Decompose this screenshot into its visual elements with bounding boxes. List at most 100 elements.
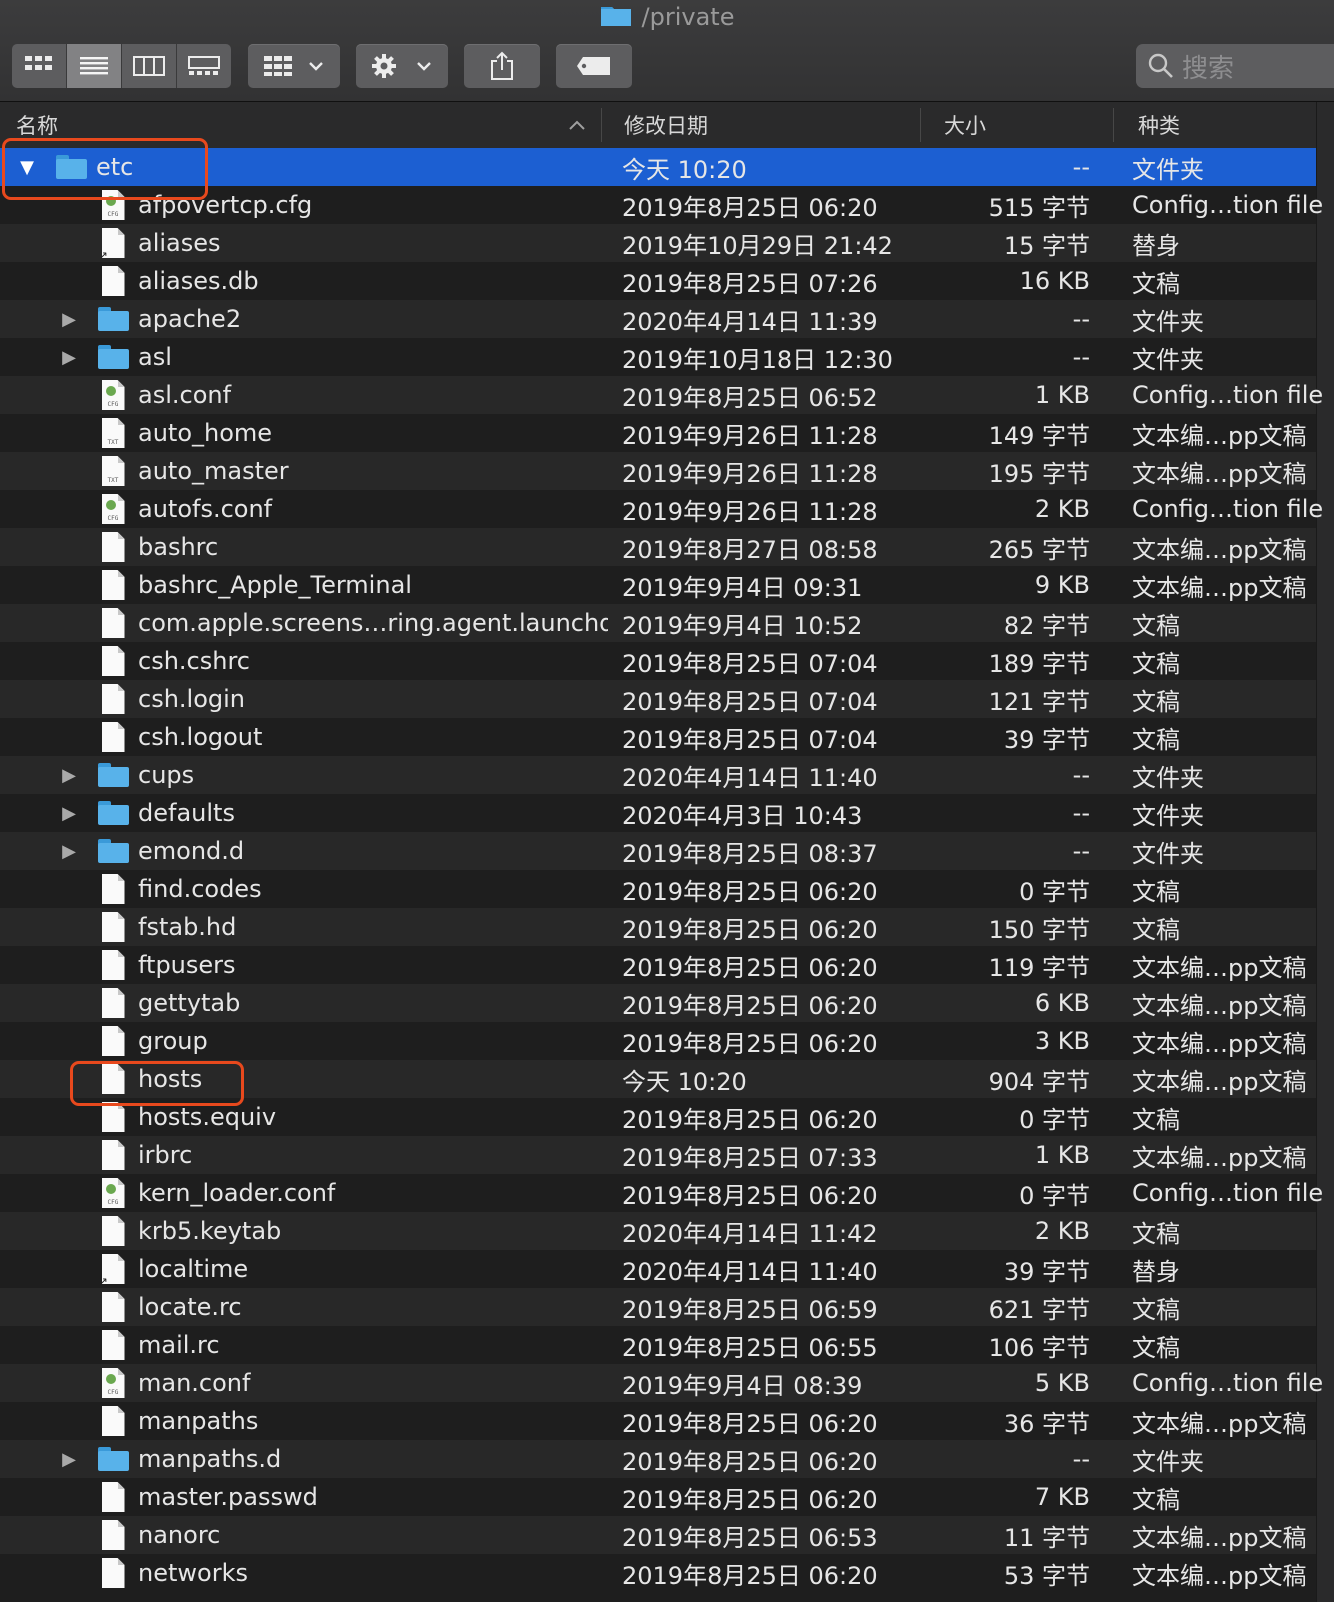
search-field[interactable]: 搜索 [1136, 44, 1334, 88]
file-date: 2019年8月25日 06:20 [622, 1029, 878, 1058]
file-name: man.conf [138, 1369, 251, 1397]
file-size: 6 KB [1034, 989, 1090, 1017]
disclosure-triangle-collapsed-icon[interactable]: ▶ [60, 794, 78, 832]
folder-icon [98, 300, 129, 338]
icon-view-button[interactable] [12, 44, 67, 88]
disclosure-triangle-collapsed-icon[interactable]: ▶ [60, 832, 78, 870]
file-row[interactable]: ftpusers 2019年8月25日 06:20 119 字节 文本编…pp文稿 [0, 946, 1316, 984]
file-size: -- [1072, 305, 1090, 333]
file-kind: 文本编…pp文稿 [1132, 573, 1307, 602]
column-header-size[interactable]: 大小 [944, 102, 986, 148]
disclosure-triangle-collapsed-icon[interactable]: ▶ [60, 300, 78, 338]
document-icon [98, 718, 128, 756]
file-date: 2019年9月26日 11:28 [622, 459, 878, 488]
file-date: 2019年8月25日 07:04 [622, 687, 878, 716]
file-name: csh.cshrc [138, 647, 250, 675]
file-name: networks [138, 1559, 248, 1587]
cfg-icon: CFG [98, 1364, 128, 1402]
file-size: 1 KB [1034, 1141, 1090, 1169]
folder-row[interactable]: ▶ apache2 2020年4月14日 11:39 -- 文件夹 [0, 300, 1316, 338]
file-row[interactable]: CFG man.conf 2019年9月4日 08:39 5 KB Config…tio… [0, 1364, 1323, 1402]
file-row[interactable]: master.passwd 2019年8月25日 06:20 7 KB 文稿 [0, 1478, 1316, 1516]
gallery-view-button[interactable] [177, 44, 231, 88]
file-size: 121 字节 [988, 687, 1090, 716]
file-row[interactable]: bashrc_Apple_Terminal 2019年9月4日 09:31 9 KB… [0, 566, 1316, 604]
txt-icon: TXT [98, 414, 128, 452]
file-kind: 文本编…pp文稿 [1132, 1029, 1307, 1058]
view-mode-segmented-control[interactable] [12, 44, 231, 88]
file-row[interactable]: manpaths 2019年8月25日 06:20 36 字节 文本编…pp文稿 [0, 1402, 1316, 1440]
list-view-button[interactable] [67, 44, 122, 88]
file-date: 2019年9月4日 09:31 [622, 573, 863, 602]
file-name: nanorc [138, 1521, 221, 1549]
column-header-kind[interactable]: 种类 [1138, 102, 1180, 148]
file-kind: 文本编…pp文稿 [1132, 1409, 1307, 1438]
gear-dropdown-icon [372, 54, 431, 78]
file-kind: 文稿 [1132, 1105, 1180, 1134]
folder-row[interactable]: ▶ cups 2020年4月14日 11:40 -- 文件夹 [0, 756, 1316, 794]
disclosure-triangle-collapsed-icon[interactable]: ▶ [60, 338, 78, 376]
file-row[interactable]: csh.login 2019年8月25日 07:04 121 字节 文稿 [0, 680, 1316, 718]
file-row[interactable]: fstab.hd 2019年8月25日 06:20 150 字节 文稿 [0, 908, 1316, 946]
folder-row[interactable]: ▶ manpaths.d 2019年8月25日 06:20 -- 文件夹 [0, 1440, 1316, 1478]
file-kind: 文件夹 [1132, 1447, 1204, 1476]
file-kind: 文本编…pp文稿 [1132, 953, 1307, 982]
file-row[interactable]: csh.cshrc 2019年8月25日 07:04 189 字节 文稿 [0, 642, 1316, 680]
file-row[interactable]: csh.logout 2019年8月25日 07:04 39 字节 文稿 [0, 718, 1316, 756]
file-row[interactable]: CFG autofs.conf 2019年9月26日 11:28 2 KB Config… [0, 490, 1323, 528]
column-divider[interactable] [920, 108, 921, 142]
file-date: 2019年8月25日 06:20 [622, 1447, 878, 1476]
file-date: 今天 10:20 [622, 155, 747, 184]
search-icon [1148, 53, 1173, 78]
file-row[interactable]: irbrc 2019年8月25日 07:33 1 KB 文本编…pp文稿 [0, 1136, 1316, 1174]
folder-row[interactable]: ▶ defaults 2020年4月3日 10:43 -- 文件夹 [0, 794, 1316, 832]
document-icon [98, 1212, 128, 1250]
file-row[interactable]: gettytab 2019年8月25日 06:20 6 KB 文本编…pp文稿 [0, 984, 1316, 1022]
file-row[interactable]: TXT auto_home 2019年9月26日 11:28 149 字节 文本编…pp… [0, 414, 1316, 452]
action-menu-button[interactable] [356, 44, 448, 88]
file-kind: 文稿 [1132, 1219, 1180, 1248]
file-row[interactable]: networks 2019年8月25日 06:20 53 字节 文本编…pp文稿 [0, 1554, 1316, 1592]
disclosure-triangle-collapsed-icon[interactable]: ▶ [60, 1440, 78, 1478]
grid-dropdown-icon [264, 56, 323, 76]
file-name: com.apple.screens…ring.agent.launchd [138, 609, 608, 637]
column-view-button[interactable] [122, 44, 177, 88]
file-name: bashrc_Apple_Terminal [138, 571, 412, 599]
file-size: 149 字节 [988, 421, 1090, 450]
file-date: 2019年8月25日 06:20 [622, 991, 878, 1020]
file-date: 2019年8月25日 06:20 [622, 877, 878, 906]
file-row[interactable]: locate.rc 2019年8月25日 06:59 621 字节 文稿 [0, 1288, 1316, 1326]
column-divider[interactable] [1113, 108, 1114, 142]
folder-row[interactable]: ▶ asl 2019年10月18日 12:30 -- 文件夹 [0, 338, 1316, 376]
file-size: 515 字节 [988, 193, 1090, 222]
file-row[interactable]: com.apple.screens…ring.agent.launchd 2019… [0, 604, 1316, 642]
folder-row[interactable]: ▶ emond.d 2019年8月25日 08:37 -- 文件夹 [0, 832, 1316, 870]
file-row[interactable]: localtime 2020年4月14日 11:40 39 字节 替身 [0, 1250, 1316, 1288]
file-date: 2019年9月4日 08:39 [622, 1371, 863, 1400]
tags-button[interactable] [556, 44, 632, 88]
file-row[interactable]: CFG asl.conf 2019年8月25日 06:52 1 KB Config…ti… [0, 376, 1323, 414]
file-kind: 文稿 [1132, 725, 1180, 754]
file-row[interactable]: mail.rc 2019年8月25日 06:55 106 字节 文稿 [0, 1326, 1316, 1364]
column-header-date[interactable]: 修改日期 [624, 102, 708, 148]
file-kind: 文稿 [1132, 649, 1180, 678]
file-size: 2 KB [1034, 1217, 1090, 1245]
disclosure-triangle-collapsed-icon[interactable]: ▶ [60, 756, 78, 794]
file-row[interactable]: bashrc 2019年8月27日 08:58 265 字节 文本编…pp文稿 [0, 528, 1316, 566]
file-kind: 文件夹 [1132, 801, 1204, 830]
file-row[interactable]: aliases 2019年10月29日 21:42 15 字节 替身 [0, 224, 1316, 262]
file-kind: 文稿 [1132, 1295, 1180, 1324]
file-kind: 文本编…pp文稿 [1132, 1143, 1307, 1172]
document-icon [98, 984, 128, 1022]
column-divider[interactable] [601, 108, 602, 142]
file-row[interactable]: krb5.keytab 2020年4月14日 11:42 2 KB 文稿 [0, 1212, 1316, 1250]
file-row[interactable]: find.codes 2019年8月25日 06:20 0 字节 文稿 [0, 870, 1316, 908]
file-row[interactable]: aliases.db 2019年8月25日 07:26 16 KB 文稿 [0, 262, 1316, 300]
file-row[interactable]: nanorc 2019年8月25日 06:53 11 字节 文本编…pp文稿 [0, 1516, 1316, 1554]
file-date: 2019年8月25日 06:20 [622, 1181, 878, 1210]
file-row[interactable]: group 2019年8月25日 06:20 3 KB 文本编…pp文稿 [0, 1022, 1316, 1060]
group-by-button[interactable] [248, 44, 340, 88]
share-button[interactable] [464, 44, 540, 88]
file-row[interactable]: CFG kern_loader.conf 2019年8月25日 06:20 0 字节 C… [0, 1174, 1323, 1212]
file-row[interactable]: TXT auto_master 2019年9月26日 11:28 195 字节 文本编…… [0, 452, 1316, 490]
